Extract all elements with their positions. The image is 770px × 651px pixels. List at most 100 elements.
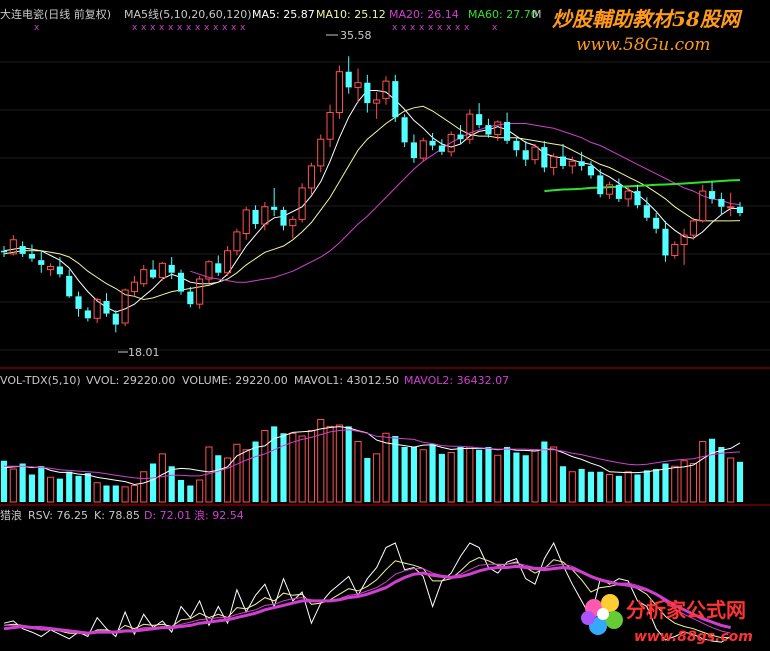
candle-down: [177, 272, 185, 292]
candle-down: [56, 266, 63, 275]
candle-down: [513, 140, 520, 151]
candle-down: [38, 260, 45, 265]
ma-indicator-label: MA5线(5,10,20,60,120): [124, 7, 252, 21]
volume-bar-down: [559, 466, 567, 502]
watermark-url: www.58Gu.com: [576, 35, 710, 55]
volume-bar-down: [485, 447, 492, 502]
x-mark: x: [392, 23, 398, 33]
ma-truncated-label: M: [532, 8, 542, 21]
x-mark: x: [419, 23, 425, 33]
candle-down: [615, 184, 622, 199]
rsv-value-label: RSV: 76.25: [28, 509, 88, 522]
candle-down: [392, 81, 399, 118]
volume-bar-down: [392, 436, 399, 502]
x-mark: x: [492, 23, 498, 33]
candle-down: [345, 71, 352, 88]
candle-down: [149, 269, 157, 278]
volume-bar-down: [587, 471, 595, 502]
volume-bar-down: [38, 466, 45, 502]
watermark-bottom-title: 分析家公式网: [626, 598, 746, 622]
candle-down: [634, 191, 641, 206]
volume-bar-down: [541, 441, 548, 502]
watermark-title: 炒股輔助教材58股网: [552, 7, 743, 31]
volume-bar-down: [597, 471, 604, 502]
candle-down: [522, 150, 529, 160]
volume-bar-down: [112, 485, 119, 502]
volume-bar-down: [522, 455, 529, 502]
x-mark: x: [34, 23, 40, 33]
x-mark: x: [195, 23, 201, 33]
candle-down: [643, 205, 650, 218]
candle-down: [429, 140, 436, 146]
low-price-label: 18.01: [128, 346, 160, 359]
volume-bar-down: [476, 449, 483, 502]
ma5-value-label: MA5: 25.87: [252, 8, 315, 21]
volume-bar-down: [504, 447, 511, 502]
candle-down: [19, 246, 26, 254]
x-mark: x: [186, 23, 192, 33]
x-mark: x: [222, 23, 228, 33]
volume-bar-down: [252, 441, 259, 502]
lang-value-label: 浪: 92.54: [194, 508, 244, 522]
volume-bar-down: [149, 463, 157, 502]
volume-bar-down: [215, 455, 222, 502]
watermark-bottom-url: www.88gs.com: [634, 629, 753, 645]
candle-down: [438, 145, 445, 152]
candle-down: [215, 263, 222, 273]
candle-down: [736, 206, 744, 214]
volume-bar-down: [653, 469, 660, 502]
volume-bar-down: [429, 444, 436, 502]
volume-bar-down: [280, 433, 287, 502]
x-mark: x: [213, 23, 219, 33]
mavol2-value-label: MAVOL2: 36432.07: [404, 374, 509, 387]
candle-down: [476, 114, 483, 126]
mavol1-value-label: MAVOL1: 43012.50: [294, 374, 399, 387]
stock-name-label: 大连电瓷(日线 前复权): [0, 7, 111, 21]
x-mark: x: [177, 23, 183, 33]
candle-down: [252, 209, 259, 225]
volume-bar-down: [84, 473, 91, 502]
volume-bar-down: [634, 474, 641, 502]
candle-down: [485, 125, 492, 135]
volume-bar-down: [364, 458, 371, 502]
candle-down: [401, 117, 408, 143]
x-mark: x: [240, 23, 246, 33]
x-mark: x: [437, 23, 443, 33]
d-value-label: D: 72.01: [144, 509, 191, 522]
candle-down: [280, 209, 287, 226]
volume-bar-down: [103, 485, 110, 502]
candle-up: [727, 206, 735, 209]
x-mark: x: [401, 23, 407, 33]
candle-down: [653, 217, 660, 229]
x-mark: x: [410, 23, 416, 33]
candle-down: [559, 156, 567, 166]
volume-bar-down: [401, 447, 408, 502]
x-mark: x: [159, 23, 165, 33]
candle-down: [75, 296, 82, 309]
volume-bar-down: [708, 438, 716, 502]
volume-bar-down: [168, 466, 175, 502]
ma20-value-label: MA20: 26.14: [389, 8, 459, 21]
x-mark: x: [231, 23, 237, 33]
high-price-label: 35.58: [340, 29, 372, 42]
candle-down: [0, 250, 8, 253]
vvol-value-label: VVOL: 29220.00: [86, 374, 175, 387]
x-mark: x: [204, 23, 210, 33]
x-mark: x: [464, 23, 470, 33]
kd-indicator-label: 猎浪: [0, 508, 22, 522]
volume-bar-down: [718, 447, 725, 502]
volume-bar-down: [438, 453, 445, 502]
volume-bar-down: [66, 471, 73, 502]
candle-down: [103, 301, 110, 314]
volume-bar-down: [56, 478, 63, 502]
x-mark: x: [446, 23, 452, 33]
volume-value-label: VOLUME: 29220.00: [182, 374, 288, 387]
volume-bar-down: [643, 470, 650, 502]
x-mark: x: [428, 23, 434, 33]
candle-down: [271, 206, 278, 210]
x-mark: x: [168, 23, 174, 33]
candle-down: [187, 291, 194, 305]
volume-bar-down: [75, 475, 82, 502]
candle-down: [504, 121, 511, 141]
candle-down: [410, 142, 417, 159]
